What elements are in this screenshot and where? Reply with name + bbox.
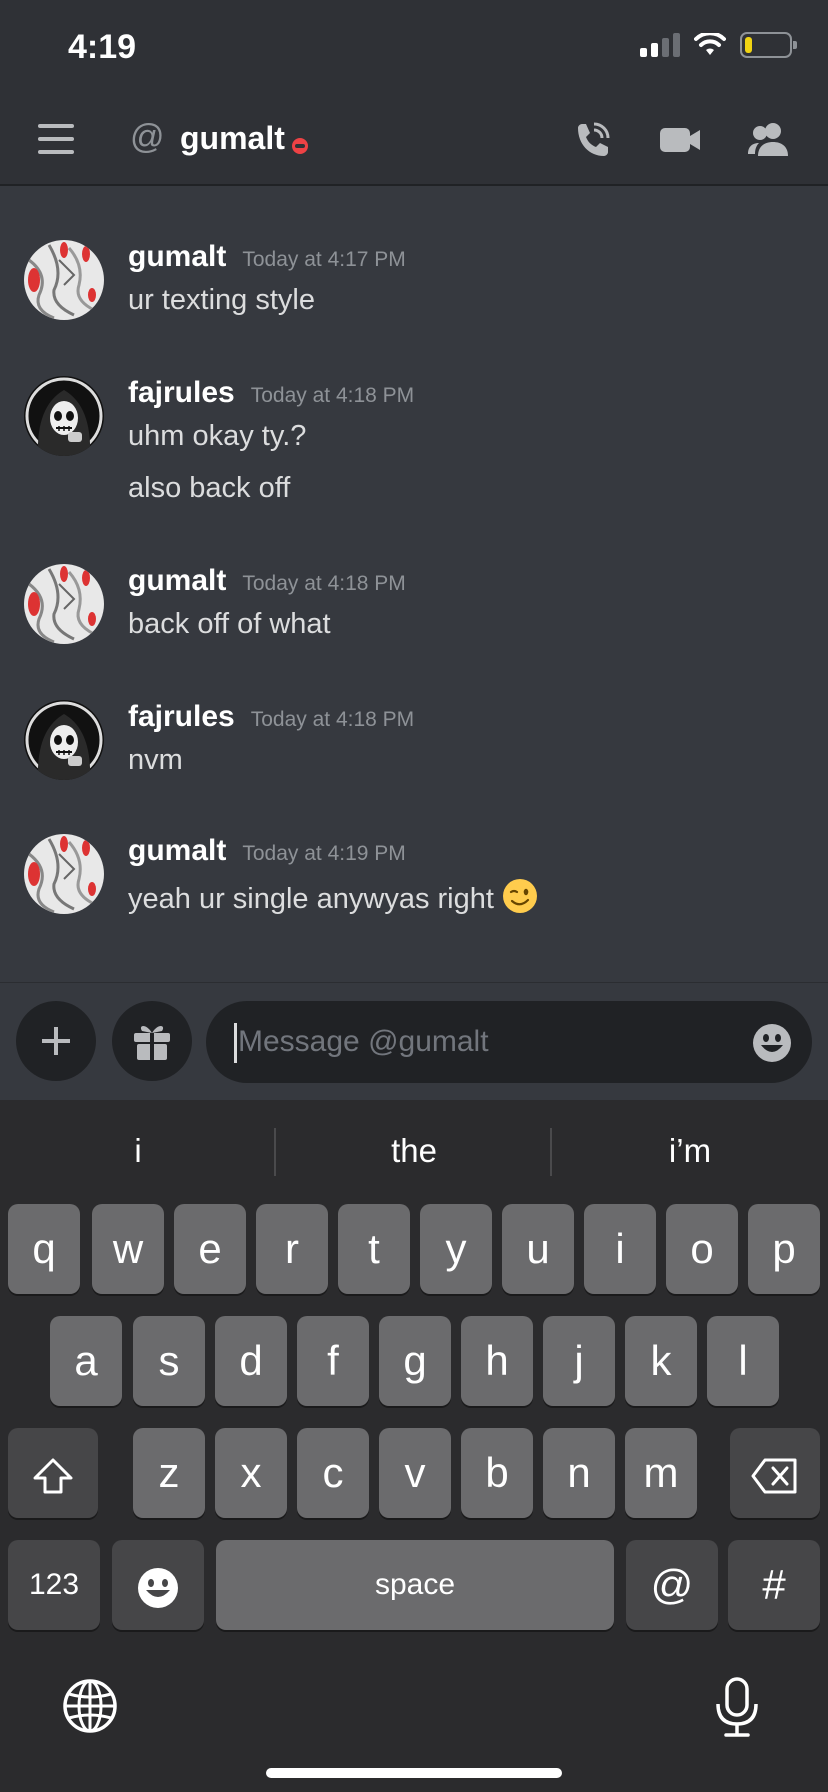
- key-l[interactable]: l: [707, 1316, 779, 1406]
- message-username[interactable]: gumalt Today at 4:17 PM: [128, 240, 406, 274]
- message-text: also back off: [128, 472, 291, 504]
- message-timestamp: Today at 4:18 PM: [250, 708, 415, 731]
- key-x[interactable]: x: [215, 1428, 287, 1518]
- message-text: ur texting style: [128, 284, 315, 316]
- shift-arrow-icon: [33, 1458, 73, 1494]
- hash-key[interactable]: #: [728, 1540, 820, 1630]
- key-n[interactable]: n: [543, 1428, 615, 1518]
- key-f[interactable]: f: [297, 1316, 369, 1406]
- plus-icon: [42, 1027, 70, 1055]
- key-g[interactable]: g: [379, 1316, 451, 1406]
- numbers-key[interactable]: 123: [8, 1540, 100, 1630]
- key-y[interactable]: y: [420, 1204, 492, 1294]
- video-call-icon[interactable]: [658, 118, 702, 162]
- message-input[interactable]: Message @gumalt: [206, 1001, 812, 1083]
- gift-icon: [134, 1026, 170, 1060]
- status-bar: 4:19: [0, 0, 828, 96]
- key-o[interactable]: o: [666, 1204, 738, 1294]
- key-e[interactable]: e: [174, 1204, 246, 1294]
- cellular-signal-icon: [640, 33, 680, 57]
- microphone-icon[interactable]: [712, 1676, 762, 1738]
- key-i[interactable]: i: [584, 1204, 656, 1294]
- message-text: yeah ur single anywyas right: [128, 878, 538, 916]
- key-h[interactable]: h: [461, 1316, 533, 1406]
- gift-button[interactable]: [112, 1001, 192, 1081]
- key-m[interactable]: m: [625, 1428, 697, 1518]
- key-z[interactable]: z: [133, 1428, 205, 1518]
- message-list[interactable]: gumalt Today at 4:17 PM ur texting style …: [0, 186, 828, 982]
- dm-title: gumalt: [180, 120, 285, 156]
- key-v[interactable]: v: [379, 1428, 451, 1518]
- message-timestamp: Today at 4:19 PM: [242, 842, 406, 865]
- winking-face-emoji-icon: [502, 879, 537, 913]
- message-timestamp: Today at 4:18 PM: [250, 384, 415, 407]
- add-attachment-button[interactable]: [16, 1001, 96, 1081]
- key-t[interactable]: t: [338, 1204, 410, 1294]
- members-icon[interactable]: [746, 118, 790, 162]
- key-q[interactable]: q: [8, 1204, 80, 1294]
- emoji-icon: [138, 1567, 178, 1608]
- key-a[interactable]: a: [50, 1316, 122, 1406]
- key-j[interactable]: j: [543, 1316, 615, 1406]
- channel-header: @ gumalt: [0, 96, 828, 186]
- hamburger-menu-icon[interactable]: [38, 124, 74, 154]
- battery-icon: [740, 32, 797, 58]
- backspace-icon: [751, 1458, 797, 1494]
- at-key[interactable]: @: [626, 1540, 718, 1630]
- message-username[interactable]: fajrules Today at 4:18 PM: [128, 376, 414, 410]
- predictive-text-bar: i the i’m: [0, 1120, 828, 1182]
- suggestion-item[interactable]: the: [276, 1120, 552, 1182]
- globe-icon[interactable]: [62, 1678, 118, 1734]
- space-key[interactable]: space: [216, 1540, 614, 1630]
- key-w[interactable]: w: [92, 1204, 164, 1294]
- backspace-key[interactable]: [730, 1428, 820, 1518]
- message-text: nvm: [128, 744, 183, 776]
- status-icons: [640, 32, 797, 58]
- wifi-icon: [694, 33, 726, 55]
- suggestion-item[interactable]: i: [0, 1120, 276, 1182]
- key-d[interactable]: d: [215, 1316, 287, 1406]
- shift-key[interactable]: [8, 1428, 98, 1518]
- message-timestamp: Today at 4:18 PM: [242, 572, 406, 595]
- status-time: 4:19: [68, 28, 137, 66]
- home-indicator[interactable]: [266, 1768, 562, 1778]
- message-text: uhm okay ty.?: [128, 420, 307, 452]
- key-p[interactable]: p: [748, 1204, 820, 1294]
- avatar[interactable]: [24, 376, 104, 456]
- key-b[interactable]: b: [461, 1428, 533, 1518]
- ios-keyboard: i the i’m q w e r t y u i o p a s d f g …: [0, 1100, 828, 1792]
- message-timestamp: Today at 4:17 PM: [242, 248, 406, 271]
- key-u[interactable]: u: [502, 1204, 574, 1294]
- avatar[interactable]: [24, 240, 104, 320]
- key-r[interactable]: r: [256, 1204, 328, 1294]
- dnd-status-icon: [292, 138, 308, 154]
- emoji-picker-icon[interactable]: [752, 1023, 792, 1063]
- key-c[interactable]: c: [297, 1428, 369, 1518]
- message-username[interactable]: gumalt Today at 4:18 PM: [128, 564, 406, 598]
- avatar[interactable]: [24, 700, 104, 780]
- text-caret: [234, 1023, 237, 1063]
- suggestion-item[interactable]: i’m: [552, 1120, 828, 1182]
- message-composer: Message @gumalt: [0, 982, 828, 1101]
- voice-call-icon[interactable]: [570, 118, 614, 162]
- avatar[interactable]: [24, 834, 104, 914]
- message-username[interactable]: gumalt Today at 4:19 PM: [128, 834, 406, 868]
- avatar[interactable]: [24, 564, 104, 644]
- key-k[interactable]: k: [625, 1316, 697, 1406]
- message-input-placeholder: Message @gumalt: [238, 1025, 489, 1058]
- message-text: back off of what: [128, 608, 331, 640]
- key-s[interactable]: s: [133, 1316, 205, 1406]
- message-username[interactable]: fajrules Today at 4:18 PM: [128, 700, 414, 734]
- emoji-keyboard-key[interactable]: [112, 1540, 204, 1630]
- at-icon: @: [130, 118, 165, 156]
